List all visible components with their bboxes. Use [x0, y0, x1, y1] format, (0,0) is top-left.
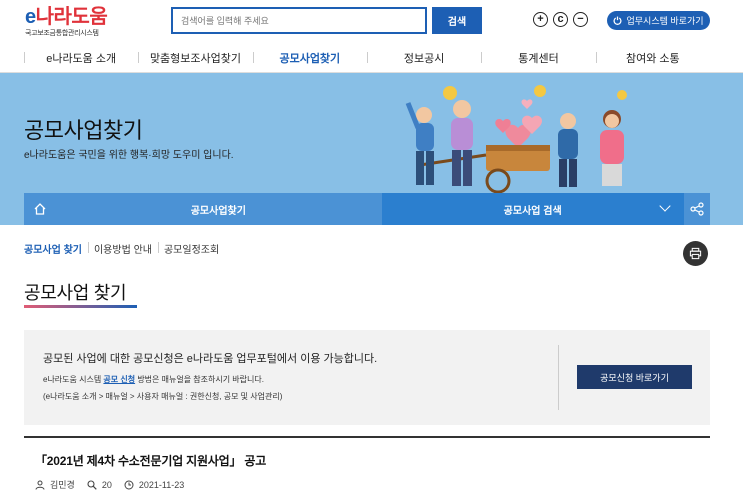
sub-tabs: 공모사업 찾기 이용방법 안내 공모일정조회 [24, 241, 225, 256]
meta-author: 김민경 [35, 478, 75, 491]
home-button[interactable] [24, 193, 56, 225]
info-line-3: (e나라도움 소개 > 매뉴얼 > 사용자 매뉴얼 : 권한신청, 공모 및 사… [43, 392, 283, 401]
location-select[interactable]: 공모사업 검색 [381, 193, 684, 225]
location-current[interactable]: 공모사업찾기 [55, 193, 382, 225]
portal-button[interactable]: 업무시스템 바로가기 [607, 11, 710, 30]
clock-icon [124, 480, 134, 489]
info-line-1: 공모된 사업에 대한 공모신청은 e나라도움 업무포털에서 이용 가능합니다. [43, 353, 378, 365]
page-title: 공모사업 찾기 [24, 283, 127, 303]
info-line-2: e나라도움 시스템 공모 신청 방법은 매뉴얼을 참조하시기 바랍니다. [43, 375, 264, 384]
banner-title: 공모사업찾기 [24, 118, 143, 143]
info-divider [558, 345, 559, 410]
view-count: 20 [101, 479, 112, 490]
home-icon [34, 203, 46, 215]
banner-description: e나라도움은 국민을 위한 행복·희망 도우미 입니다. [24, 150, 234, 161]
logo-e: e [25, 6, 36, 28]
tab-find[interactable]: 공모사업 찾기 [24, 241, 88, 256]
meta-date: 2021-11-23 [124, 480, 184, 490]
share-icon [690, 202, 704, 216]
chevron-down-icon [659, 200, 671, 212]
zoom-out-icon[interactable]: − [573, 12, 588, 27]
author-name: 김민경 [50, 480, 75, 490]
apply-button[interactable]: 공모신청 바로가기 [577, 365, 692, 389]
search-box [171, 7, 427, 34]
zoom-controls: + c − [533, 12, 588, 27]
location-nav: 공모사업찾기 공모사업 검색 [24, 193, 710, 225]
main-nav: e나라도움 소개 맞춤형보조사업찾기 공모사업찾기 정보공시 통계센터 참여와 소통 [0, 42, 743, 73]
nav-item-5[interactable]: 통계센터 [481, 42, 595, 73]
notice-title: 「2021년 제4차 수소전문기업 지원사업」 공고 [35, 454, 267, 468]
search-input[interactable] [173, 9, 425, 32]
tab-guide[interactable]: 이용방법 안내 [87, 241, 158, 256]
meta-views: 20 [87, 480, 112, 490]
notice-meta: 김민경 20 2021-11-23 [35, 478, 184, 491]
nav-item-6[interactable]: 참여와 소통 [595, 42, 710, 73]
logo-name: 나라도움 [35, 6, 108, 28]
print-button[interactable] [683, 241, 708, 266]
nav-item-4[interactable]: 정보공시 [366, 42, 481, 73]
nav-item-1[interactable]: e나라도움 소개 [24, 42, 138, 73]
user-icon [35, 480, 45, 490]
notice-top-border [24, 436, 710, 438]
info-apply-link[interactable]: 공모 신청 [103, 375, 135, 384]
banner-illustration [405, 85, 627, 193]
tab-schedule[interactable]: 공모일정조회 [157, 241, 225, 256]
post-date: 2021-11-23 [138, 479, 185, 490]
nav-item-2[interactable]: 맞춤형보조사업찾기 [138, 42, 252, 73]
print-icon [689, 247, 702, 260]
top-header: e나라도움 국고보조금통합관리시스템 검색 + c − 업무시스템 바로가기 [0, 0, 743, 42]
nav-item-3[interactable]: 공모사업찾기 [252, 42, 367, 73]
search-icon [87, 479, 97, 490]
site-logo[interactable]: e나라도움 국고보조금통합관리시스템 [25, 6, 108, 38]
zoom-reset-icon[interactable]: c [553, 12, 568, 27]
power-icon [613, 16, 622, 25]
info-box: 공모된 사업에 대한 공모신청은 e나라도움 업무포털에서 이용 가능합니다. … [24, 330, 710, 425]
location-select-label: 공모사업 검색 [503, 205, 562, 217]
share-button[interactable] [683, 193, 710, 225]
portal-button-label: 업무시스템 바로가기 [626, 16, 704, 26]
logo-subtitle: 국고보조금통합관리시스템 [25, 30, 99, 37]
main-nav-list: e나라도움 소개 맞춤형보조사업찾기 공모사업찾기 정보공시 통계센터 참여와 소통 [24, 42, 710, 73]
zoom-in-icon[interactable]: + [533, 12, 548, 27]
title-underline [24, 305, 137, 308]
search-button[interactable]: 검색 [432, 7, 482, 34]
